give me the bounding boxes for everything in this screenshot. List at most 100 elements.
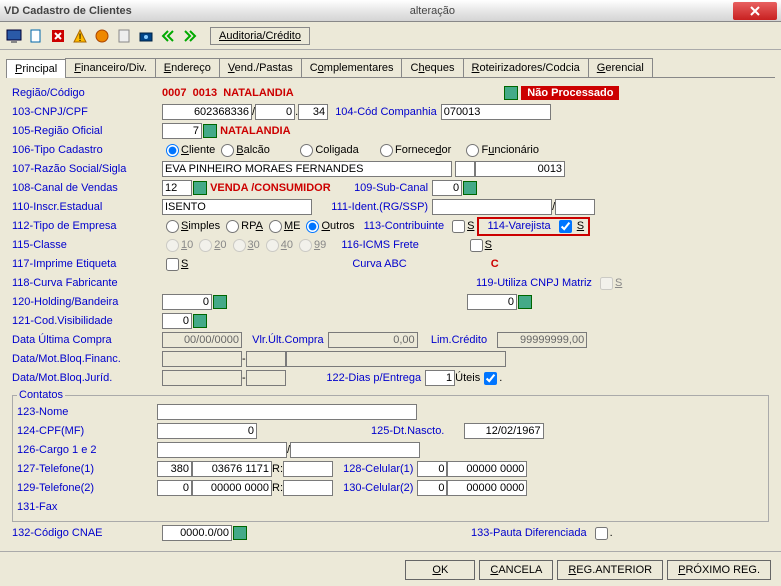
tel1-ddd[interactable] <box>157 461 192 477</box>
varejista-highlight: 114-Varejista S <box>477 217 590 236</box>
radio-rpa[interactable] <box>226 220 239 233</box>
tab-financeiro[interactable]: Financeiro/Div. <box>65 58 156 77</box>
holding-input-2[interactable] <box>467 294 517 310</box>
tab-roteirizadores[interactable]: Roteirizadores/Codcia <box>463 58 589 77</box>
dias-entrega-input[interactable] <box>425 370 455 386</box>
tel1-ramal[interactable] <box>283 461 333 477</box>
radio-30 <box>233 239 246 252</box>
holding-input-1[interactable] <box>162 294 212 310</box>
cel1-ddd[interactable] <box>417 461 447 477</box>
tel2-ramal[interactable] <box>283 480 333 496</box>
radio-outros[interactable] <box>306 220 319 233</box>
pick-icon[interactable] <box>504 86 518 100</box>
pick-icon[interactable] <box>193 314 207 328</box>
canal-vendas-input[interactable] <box>162 180 192 196</box>
audit-credit-button[interactable]: Auditoria/Crédito <box>210 27 310 45</box>
radio-balcao[interactable] <box>221 144 234 157</box>
vlr-ult-compra-input <box>328 332 418 348</box>
sub-canal-input[interactable] <box>432 180 462 196</box>
next-icon[interactable] <box>180 26 200 46</box>
radio-fornecedor[interactable] <box>380 144 393 157</box>
cnae-input[interactable] <box>162 525 232 541</box>
radio-coligada[interactable] <box>300 144 313 157</box>
status-badge: Não Processado <box>521 86 619 100</box>
sigla-input[interactable] <box>475 161 565 177</box>
tab-principal[interactable]: Principal <box>6 59 66 78</box>
close-button[interactable] <box>733 2 777 20</box>
razao-social-input[interactable] <box>162 161 452 177</box>
next-reg-button[interactable]: PRÓXIMO REG. <box>667 560 771 580</box>
cpf-input[interactable] <box>157 423 257 439</box>
check-imprime-etiqueta[interactable] <box>166 258 179 271</box>
cel1-num[interactable] <box>447 461 527 477</box>
radio-simples[interactable] <box>166 220 179 233</box>
mot-financ-desc <box>286 351 506 367</box>
cod-visibilidade-input[interactable] <box>162 313 192 329</box>
tab-complementares[interactable]: Complementares <box>301 58 403 77</box>
cel2-num[interactable] <box>447 480 527 496</box>
check-cnpj-matriz <box>600 277 613 290</box>
pick-icon[interactable] <box>518 295 532 309</box>
radio-99 <box>299 239 312 252</box>
mot-financ-cod <box>246 351 286 367</box>
warning-icon[interactable]: ! <box>70 26 90 46</box>
button-row: OK CANCELA REG.ANTERIOR PRÓXIMO REG. <box>0 554 781 586</box>
cargo1-input[interactable] <box>157 442 287 458</box>
camera-icon[interactable] <box>136 26 156 46</box>
lim-credito-input <box>497 332 587 348</box>
tel2-ddd[interactable] <box>157 480 192 496</box>
new-icon[interactable] <box>26 26 46 46</box>
tab-endereco[interactable]: Endereço <box>155 58 220 77</box>
cel2-ddd[interactable] <box>417 480 447 496</box>
cnpj-input-3[interactable] <box>298 104 328 120</box>
screen-icon[interactable] <box>4 26 24 46</box>
ident-ssp-input[interactable] <box>555 199 595 215</box>
contatos-fieldset: Contatos 123-Nome 124-CPF(MF) 125-Dt.Nas… <box>12 389 769 522</box>
titlebar: VD Cadastro de Clientes alteração <box>0 0 781 22</box>
check-varejista[interactable] <box>559 220 572 233</box>
cargo2-input[interactable] <box>290 442 420 458</box>
tel2-num[interactable] <box>192 480 272 496</box>
doc-icon[interactable] <box>114 26 134 46</box>
radio-funcionario[interactable] <box>466 144 479 157</box>
mot-financ-data <box>162 351 242 367</box>
radio-40 <box>266 239 279 252</box>
cnpj-input[interactable] <box>162 104 252 120</box>
tab-vend[interactable]: Vend./Pastas <box>219 58 302 77</box>
ok-button[interactable]: OK <box>405 560 475 580</box>
tab-bar: Principal Financeiro/Div. Endereço Vend.… <box>6 58 775 78</box>
cnpj-input-2[interactable] <box>255 104 295 120</box>
data-ult-compra-input <box>162 332 242 348</box>
sigla-prefix-input[interactable] <box>455 161 475 177</box>
tab-cheques[interactable]: Cheques <box>401 58 463 77</box>
pick-icon[interactable] <box>233 526 247 540</box>
tab-gerencial[interactable]: Gerencial <box>588 58 653 77</box>
tel1-num[interactable] <box>192 461 272 477</box>
cod-companhia-input[interactable] <box>441 104 551 120</box>
pick-icon[interactable] <box>203 124 217 138</box>
cancel-button[interactable]: CANCELA <box>479 560 553 580</box>
radio-20 <box>199 239 212 252</box>
check-pauta-dif[interactable] <box>595 527 608 540</box>
check-contribuinte[interactable] <box>452 220 465 233</box>
ident-rg-input[interactable] <box>432 199 552 215</box>
check-icms-frete[interactable] <box>470 239 483 252</box>
inscr-estadual-input[interactable] <box>162 199 312 215</box>
radio-10 <box>166 239 179 252</box>
dt-nascto-input[interactable] <box>464 423 544 439</box>
pick-icon[interactable] <box>193 181 207 195</box>
radio-me[interactable] <box>269 220 282 233</box>
svg-text:!: ! <box>78 32 81 44</box>
prev-icon[interactable] <box>158 26 178 46</box>
info-icon[interactable] <box>92 26 112 46</box>
nome-input[interactable] <box>157 404 417 420</box>
mot-jurid-data <box>162 370 242 386</box>
prev-reg-button[interactable]: REG.ANTERIOR <box>557 560 663 580</box>
pick-icon[interactable] <box>463 181 477 195</box>
pick-icon[interactable] <box>213 295 227 309</box>
regiao-oficial-input[interactable] <box>162 123 202 139</box>
radio-cliente[interactable] <box>166 144 179 157</box>
delete-icon[interactable] <box>48 26 68 46</box>
label-regiao: Região/Código <box>12 87 162 99</box>
check-uteis[interactable] <box>484 372 497 385</box>
